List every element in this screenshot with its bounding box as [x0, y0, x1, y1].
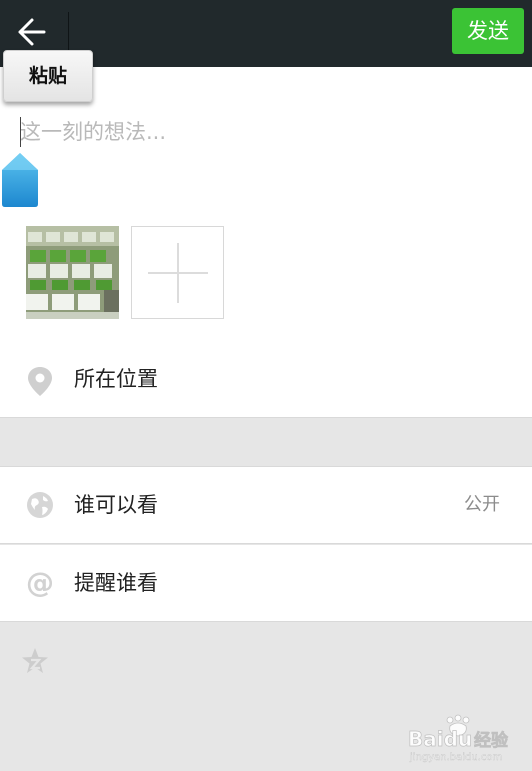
visibility-label: 谁可以看	[74, 493, 158, 517]
text-selection-handle[interactable]	[1, 152, 39, 208]
paste-popup-button[interactable]: 粘贴	[3, 50, 93, 102]
divider	[0, 417, 532, 418]
globe-icon	[26, 491, 54, 519]
photo-thumbnail[interactable]	[26, 226, 119, 319]
back-arrow-icon[interactable]	[14, 16, 50, 48]
at-sign-icon: @	[26, 566, 54, 599]
location-pin-icon	[26, 365, 54, 396]
divider	[0, 621, 532, 622]
baidu-jingyan-watermark: Baidu 经验 jingyan.baidu.com	[408, 714, 528, 764]
watermark-sub: 经验	[474, 730, 509, 751]
location-label: 所在位置	[74, 367, 158, 391]
location-row[interactable]: 所在位置	[0, 341, 532, 417]
visibility-value: 公开	[464, 494, 500, 515]
watermark-url: jingyan.baidu.com	[409, 752, 502, 763]
divider	[0, 543, 532, 544]
svg-text:@: @	[26, 569, 54, 597]
visibility-row[interactable]: 谁可以看 公开	[0, 467, 532, 543]
header-divider	[68, 12, 69, 54]
text-caret	[20, 117, 21, 147]
star-icon[interactable]	[20, 646, 50, 676]
moment-text-input[interactable]	[20, 114, 500, 150]
watermark-brand: Baidu	[408, 727, 472, 751]
remind-row[interactable]: @ 提醒谁看	[0, 545, 532, 621]
add-photo-button[interactable]	[131, 226, 224, 319]
remind-label: 提醒谁看	[74, 571, 158, 595]
send-button[interactable]: 发送	[452, 8, 524, 54]
